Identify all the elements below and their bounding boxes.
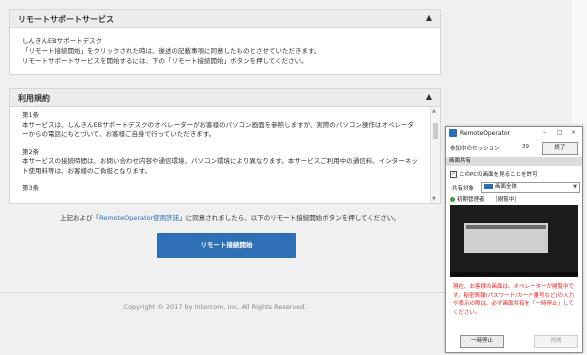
allow-view-checkbox[interactable]: ✓ このPCの画面を見ることを許可 bbox=[450, 170, 538, 178]
preview-window-bar bbox=[466, 225, 546, 229]
pause-button[interactable]: 一時停止 bbox=[460, 335, 504, 348]
copyright: Copyright © 2017 by Intercom, Inc. All R… bbox=[123, 303, 307, 311]
session-count: 39 bbox=[522, 144, 529, 150]
license-link[interactable]: RemoteOperator使用許諾 bbox=[99, 214, 179, 222]
support-panel-body: しんきんEBサポートデスク 「リモート接続開始」をクリックされた時は、後述の記載… bbox=[10, 28, 440, 74]
admin-label: 初期管理者 bbox=[457, 197, 485, 203]
app-icon bbox=[449, 129, 457, 137]
terms-text: 本サービスは、しんきんEBサポートデスクのオペレーターがお客様のパソコン画面を参… bbox=[22, 120, 414, 139]
terms-section: 第3条 bbox=[22, 184, 418, 194]
terms-body: 第1条 本サービスは、しんきんEBサポートデスクのオペレーターがお客様のパソコン… bbox=[10, 107, 430, 203]
share-target-label: 共有対象 bbox=[452, 186, 475, 192]
session-label: 参加中のセッション bbox=[450, 146, 500, 152]
checkbox-icon[interactable]: ✓ bbox=[450, 171, 457, 178]
terms-heading: 第2条 bbox=[22, 147, 40, 156]
page: リモートサポートサービス ▲ しんきんEBサポートデスク 「リモート接続開始」を… bbox=[0, 0, 587, 355]
scroll-thumb[interactable] bbox=[433, 123, 438, 139]
scroll-up-icon[interactable]: ▲ bbox=[432, 108, 436, 114]
screen-preview bbox=[450, 205, 578, 277]
ro-title: RemoteOperator bbox=[460, 130, 511, 137]
preview-taskbar bbox=[450, 272, 578, 277]
support-panel-title: リモートサポートサービス bbox=[18, 15, 114, 24]
allow-view-label: このPCの画面を見ることを許可 bbox=[459, 172, 538, 178]
maximize-icon[interactable]: □ bbox=[557, 129, 563, 136]
terms-scrollbar[interactable]: ▲ ▼ bbox=[430, 107, 440, 203]
chevron-down-icon[interactable]: ▼ bbox=[573, 183, 577, 192]
agreement-suffix: 」に同意されましたら、以下のリモート接続開始ボタンを押してください。 bbox=[179, 214, 400, 222]
terms-panel: 利用規約 ▲ 第1条 本サービスは、しんきんEBサポートデスクのオペレーターがお… bbox=[9, 88, 441, 204]
user-status-icon bbox=[450, 197, 455, 202]
support-line: 「リモート接続開始」をクリックされた時は、後述の記載事項に同意したものとさせてい… bbox=[22, 47, 321, 55]
share-target-value: 画面全体 bbox=[495, 184, 518, 190]
security-notice: 現在、お客様の画面は、オペレーターが閲覧中です。秘密情報(パスワード/カード番号… bbox=[453, 284, 575, 316]
support-line: しんきんEBサポートデスク bbox=[22, 37, 103, 45]
ro-titlebar[interactable]: RemoteOperator – □ × bbox=[446, 127, 582, 140]
agreement-prefix: 上記および「 bbox=[60, 214, 99, 222]
scroll-down-icon[interactable]: ▼ bbox=[432, 196, 436, 202]
monitor-icon bbox=[484, 184, 493, 189]
terms-heading: 第1条 bbox=[22, 111, 40, 119]
terms-text: 本サービスの接続時間は、お問い合わせ内容や通信環境、パソコン環境により異なります… bbox=[22, 157, 418, 175]
terms-section: 第2条 本サービスの接続時間は、お問い合わせ内容や通信環境、パソコン環境により異… bbox=[22, 148, 418, 177]
start-remote-button[interactable]: リモート接続開始 bbox=[157, 233, 296, 258]
terms-heading: 第3条 bbox=[22, 184, 40, 192]
share-target-select[interactable]: 画面全体 ▼ bbox=[481, 182, 580, 193]
support-panel-header[interactable]: リモートサポートサービス ▲ bbox=[10, 10, 440, 28]
admin-row: 初期管理者 ［閲覧中］ bbox=[450, 195, 520, 203]
support-line: リモートサポートサービスを開始するには、下の「リモート接続開始」ボタンを押してく… bbox=[22, 57, 308, 65]
terms-section: 第1条 本サービスは、しんきんEBサポートデスクのオペレーターがお客様のパソコン… bbox=[22, 111, 418, 140]
close-icon[interactable]: × bbox=[571, 129, 576, 136]
terms-panel-title: 利用規約 bbox=[18, 94, 50, 103]
terms-panel-header[interactable]: 利用規約 ▲ bbox=[10, 89, 440, 107]
chevron-up-icon[interactable]: ▲ bbox=[426, 13, 432, 22]
support-panel: リモートサポートサービス ▲ しんきんEBサポートデスク 「リモート接続開始」を… bbox=[9, 9, 441, 75]
agreement-text: 上記および「RemoteOperator使用許諾」に同意されましたら、以下のリモ… bbox=[60, 212, 400, 222]
minimize-icon[interactable]: – bbox=[543, 129, 546, 136]
resume-button[interactable]: 再開 bbox=[534, 335, 578, 348]
screen-share-section: 画面共有 bbox=[446, 157, 582, 166]
remote-operator-window: RemoteOperator – □ × 参加中のセッション 39 終了 画面共… bbox=[445, 126, 583, 353]
admin-status: ［閲覧中］ bbox=[492, 197, 520, 203]
chevron-up-icon[interactable]: ▲ bbox=[426, 92, 432, 101]
end-button[interactable]: 終了 bbox=[542, 142, 578, 155]
